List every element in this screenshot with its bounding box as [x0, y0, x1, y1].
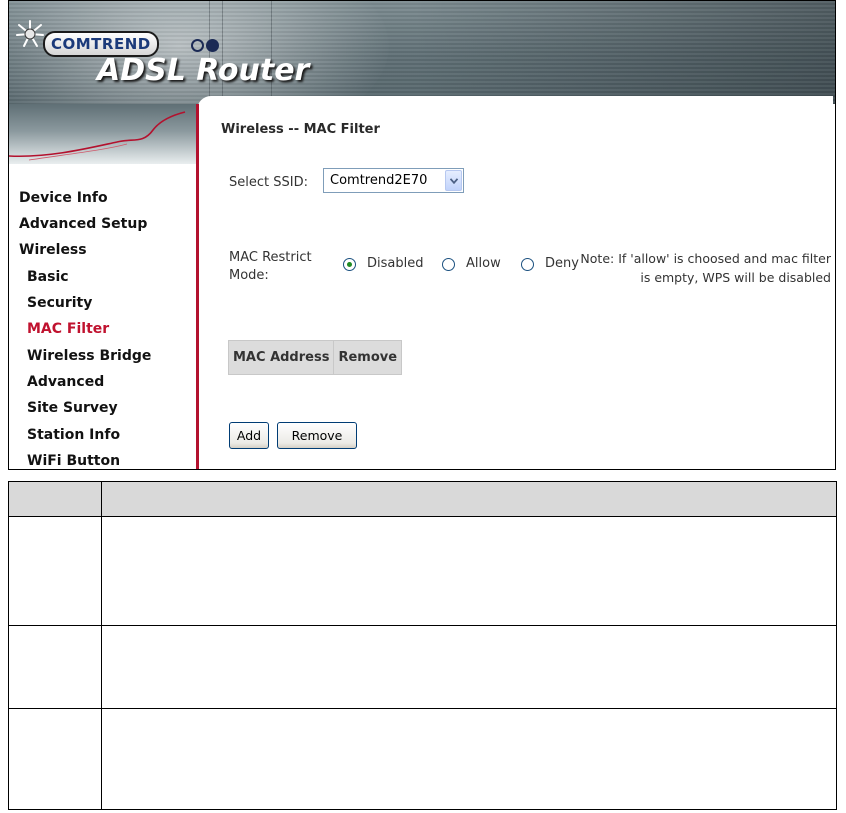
dot-hollow [191, 39, 204, 52]
header-cell [8, 481, 102, 517]
radio-disabled[interactable] [343, 258, 356, 271]
red-wave-graphic [9, 111, 186, 161]
radio-disabled-label: Disabled [367, 256, 424, 271]
header-banner: COMTREND ADSL Router [9, 1, 835, 104]
mac-restrict-mode-label: MAC Restrict Mode: [229, 250, 312, 283]
table-cell [8, 625, 102, 709]
router-screenshot: COMTREND ADSL Router Device Info Advance… [8, 0, 836, 470]
table-row [8, 625, 837, 709]
nav-basic[interactable]: Basic [27, 269, 69, 285]
nav-advanced-setup[interactable]: Advanced Setup [19, 216, 147, 232]
description-table [8, 481, 837, 810]
chevron-down-icon [450, 178, 458, 184]
page-title: Wireless -- MAC Filter [221, 122, 380, 137]
ssid-label: Select SSID: [229, 175, 308, 190]
table-cell [101, 625, 837, 709]
table-row [8, 708, 837, 810]
brand-dots [191, 35, 221, 54]
mac-filter-table: MAC Address Remove [227, 340, 403, 375]
radio-deny[interactable] [521, 258, 534, 271]
column-mac-address: MAC Address [227, 340, 335, 375]
table-cell [101, 516, 837, 626]
dropdown-button[interactable] [445, 170, 462, 191]
nav-advanced[interactable]: Advanced [27, 374, 104, 390]
radio-deny-label: Deny [545, 256, 579, 271]
add-button[interactable]: Add [229, 422, 269, 449]
table-cell [101, 708, 837, 810]
main-content: Wireless -- MAC Filter Select SSID: Comt… [199, 104, 835, 469]
ssid-selected-value: Comtrend2E70 [330, 173, 428, 188]
nav-security[interactable]: Security [27, 295, 92, 311]
radio-allow[interactable] [442, 258, 455, 271]
nav-mac-filter[interactable]: MAC Filter [27, 321, 109, 337]
product-title: ADSL Router [97, 53, 310, 88]
radio-allow-label: Allow [466, 256, 501, 271]
sidebar-decoration [9, 104, 197, 164]
nav-station-info[interactable]: Station Info [27, 427, 120, 443]
table-header-row [8, 481, 837, 517]
starburst-icon [16, 20, 44, 47]
table-header-row: MAC Address Remove [227, 340, 403, 375]
nav-device-info[interactable]: Device Info [19, 190, 108, 206]
table-row [8, 516, 837, 626]
column-remove: Remove [333, 340, 403, 375]
nav-wifi-button[interactable]: WiFi Button [27, 453, 120, 469]
wps-note: Note: If 'allow' is choosed and mac filt… [580, 251, 831, 285]
table-cell [8, 708, 102, 810]
header-cell [101, 481, 837, 517]
nav-site-survey[interactable]: Site Survey [27, 400, 118, 416]
nav-wireless[interactable]: Wireless [19, 242, 87, 258]
dot-solid [206, 39, 219, 52]
nav-wireless-bridge[interactable]: Wireless Bridge [27, 348, 151, 364]
remove-button[interactable]: Remove [277, 422, 357, 449]
table-cell [8, 516, 102, 626]
ssid-select[interactable]: Comtrend2E70 [323, 168, 464, 193]
